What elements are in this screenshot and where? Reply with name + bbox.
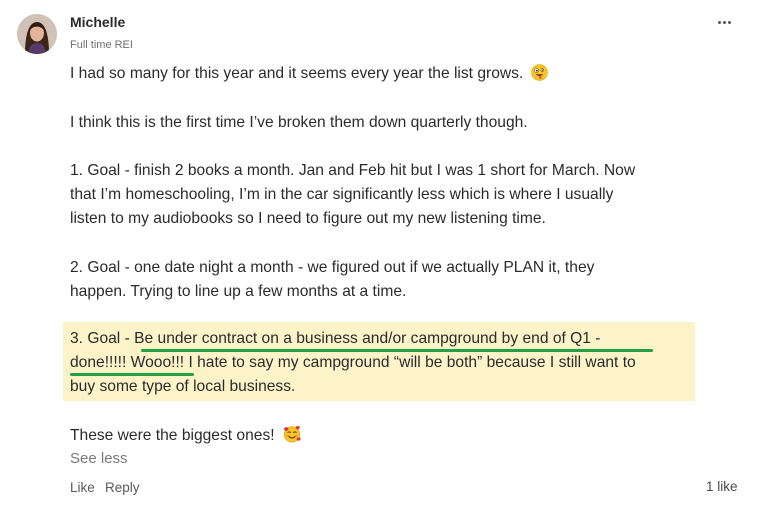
goal-1-line: that I’m homeschooling, I’m in the car s…: [70, 186, 614, 203]
author-role: Full time REI: [70, 39, 133, 51]
see-less-link[interactable]: See less: [70, 450, 128, 467]
goal-2-paragraph: 2. Goal - one date night a month - we fi…: [70, 256, 710, 304]
goal-2-line: happen. Trying to line up a few months a…: [70, 283, 407, 300]
green-underline: [141, 349, 653, 352]
green-underline: [70, 373, 194, 376]
closing-text: These were the biggest ones!: [70, 427, 275, 444]
goal-3-line: done!!!!! Wooo!!! I hate to say my campg…: [70, 354, 636, 371]
goal-1-line: listen to my audiobooks so I need to fig…: [70, 210, 546, 227]
avatar[interactable]: [17, 14, 57, 54]
closing-paragraph: These were the biggest ones!: [70, 424, 710, 448]
post-paragraph-intro: I had so many for this year and it seems…: [70, 62, 710, 86]
avatar-image: [17, 14, 57, 54]
reply-button[interactable]: Reply: [105, 480, 140, 495]
like-button[interactable]: Like: [70, 480, 95, 495]
goal-1-paragraph: 1. Goal - finish 2 books a month. Jan an…: [70, 159, 710, 231]
goal-2-line: 2. Goal - one date night a month - we fi…: [70, 259, 595, 276]
post-paragraph-quarterly: I think this is the first time I’ve brok…: [70, 111, 710, 135]
ellipsis-icon: [718, 21, 721, 24]
like-count[interactable]: 1 like: [706, 479, 738, 494]
goal-1-line: 1. Goal - finish 2 books a month. Jan an…: [70, 162, 636, 179]
zany-face-emoji: [531, 64, 549, 81]
smiling-face-with-hearts-emoji: [283, 425, 301, 443]
goal-3-line: buy some type of local business.: [70, 378, 296, 395]
goal-3-paragraph: 3. Goal - Be under contract on a busines…: [70, 327, 710, 399]
quarterly-text: I think this is the first time I’ve brok…: [70, 114, 528, 131]
more-options-button[interactable]: [713, 11, 737, 33]
intro-text: I had so many for this year and it seems…: [70, 65, 524, 82]
goal-3-line: 3. Goal - Be under contract on a busines…: [70, 330, 601, 347]
author-name[interactable]: Michelle: [70, 14, 125, 30]
